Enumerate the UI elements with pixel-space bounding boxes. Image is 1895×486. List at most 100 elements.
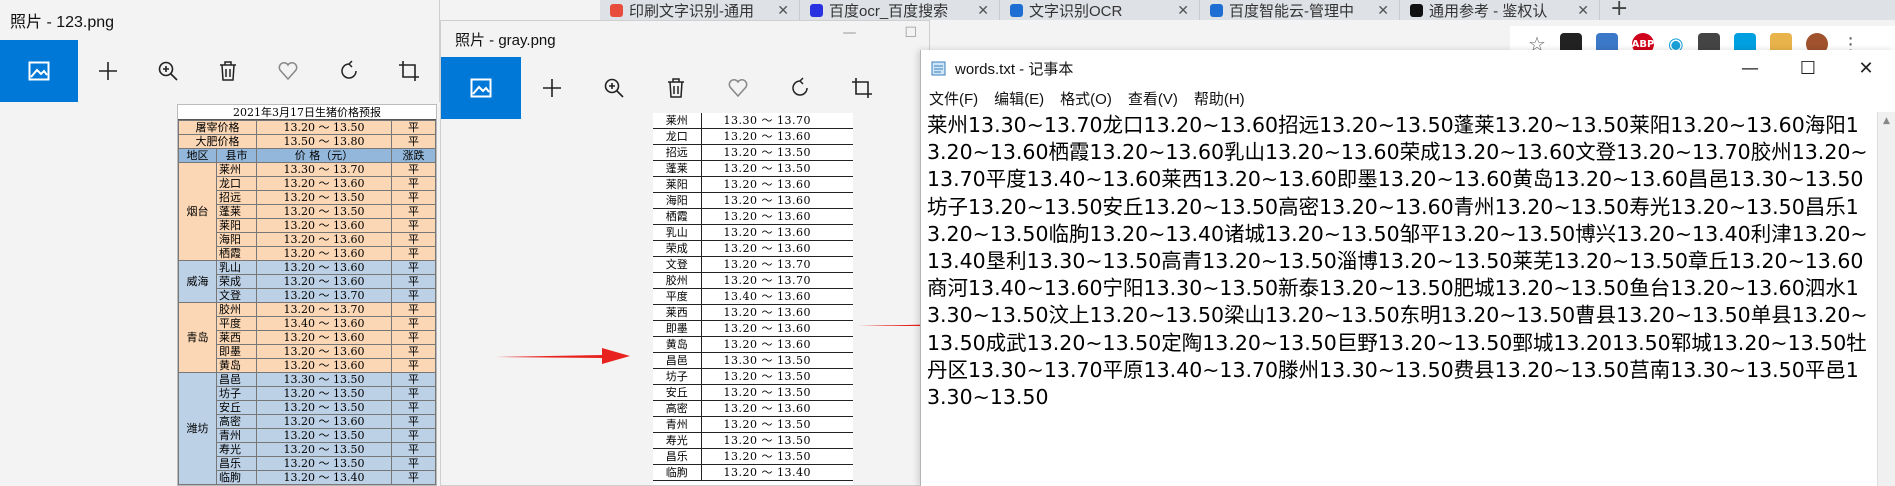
table-row: 昌乐 13.20 ～ 13.50: [653, 448, 853, 466]
price-cell: 13.20 ～ 13.50: [701, 416, 853, 434]
tab-close-icon[interactable]: ✕: [1377, 2, 1389, 19]
trend-cell: 平: [391, 414, 436, 429]
photos-toolbar: [0, 40, 439, 102]
window-title: 照片 - 123.png: [10, 14, 115, 31]
table-row: 荣成 13.20 ～ 13.60 平: [179, 274, 436, 289]
zoom-in-icon: [158, 61, 178, 81]
trend-cell: 平: [391, 316, 436, 331]
county-cell: 莱州: [653, 113, 702, 130]
photos-window-gray: 照片 - gray.png — ☐ 莱州 13.30 ～ 13.70 龙口 13.20…: [440, 20, 930, 486]
browser-tab[interactable]: 文字识别OCR ✕: [1000, 0, 1200, 20]
delete-button[interactable]: [198, 40, 258, 102]
tab-close-icon[interactable]: ✕: [977, 2, 989, 19]
price-cell: 13.20 ～ 13.40: [701, 464, 853, 482]
tab-label: 百度ocr_百度搜索: [829, 2, 949, 20]
price-cell: 13.20 ～ 13.70: [701, 272, 853, 290]
price-cell: 13.20 ～ 13.70: [701, 256, 853, 274]
county-cell: 昌乐: [216, 456, 257, 471]
table-row: 海阳 13.20 ～ 13.60 平: [179, 232, 436, 247]
price-cell: 13.20 ～ 13.60: [256, 344, 392, 359]
browser-tab[interactable]: 百度智能云-管理中 ✕: [1200, 0, 1400, 20]
trend-cell: 平: [391, 260, 436, 275]
rotate-button[interactable]: [769, 57, 831, 119]
table-row: 潍坊 昌邑 13.30 ～ 13.50 平: [178, 372, 436, 485]
tab-label: 文字识别OCR: [1029, 2, 1123, 20]
rotate-button[interactable]: [319, 40, 379, 102]
add-button[interactable]: [521, 57, 583, 119]
table-row: 招远 13.20 ～ 13.50 平: [179, 190, 436, 205]
price-cell: 13.20 ～ 13.60: [701, 320, 853, 338]
maximize-icon[interactable]: ☐: [904, 25, 917, 41]
zoom-button[interactable]: [583, 57, 645, 119]
trend-cell: 平: [391, 204, 436, 219]
table-row: 青州 13.20 ～ 13.50: [653, 416, 853, 434]
county-cell: 胶州: [216, 302, 257, 317]
browser-tab[interactable]: 通用参考 - 鉴权认 ✕: [1400, 0, 1600, 20]
price-cell: 13.20 ～ 13.60: [701, 400, 853, 418]
price-cell: 13.20 ～ 13.40: [256, 470, 392, 485]
table-row: 烟台 莱州 13.30 ～ 13.70 平: [178, 162, 436, 261]
plus-icon: [543, 79, 561, 97]
table-row: 高密 13.20 ～ 13.60 平: [179, 414, 436, 429]
county-cell: 寿光: [653, 432, 702, 450]
crop-button[interactable]: [831, 57, 893, 119]
tab-close-icon[interactable]: ✕: [1577, 2, 1589, 19]
price-cell: 13.20 ～ 13.50: [256, 120, 392, 135]
scroll-up-icon[interactable]: ▲: [1878, 112, 1895, 130]
zoom-button[interactable]: [138, 40, 198, 102]
new-tab-button[interactable]: +: [1600, 0, 1638, 20]
menu-file[interactable]: 文件(F): [929, 88, 978, 109]
favorite-button[interactable]: [707, 57, 769, 119]
crop-button[interactable]: [379, 40, 439, 102]
image-icon: [470, 78, 492, 98]
price-cell: 13.20 ～ 13.60: [256, 330, 392, 345]
tab-close-icon[interactable]: ✕: [777, 2, 789, 19]
vertical-scrollbar[interactable]: ▲: [1877, 112, 1895, 486]
notepad-text-area[interactable]: 莱州13.30~13.70龙口13.20~13.60招远13.20~13.50蓬…: [925, 112, 1873, 484]
trend-cell: 平: [391, 232, 436, 247]
zoom-in-icon: [604, 78, 624, 98]
county-cell: 平度: [653, 288, 702, 306]
photo-gallery-button[interactable]: [441, 57, 521, 119]
maximize-button[interactable]: ☐: [1779, 50, 1837, 86]
trash-icon: [668, 78, 684, 98]
table-row: 青州 13.20 ～ 13.50 平: [179, 428, 436, 443]
county-cell: 招远: [216, 190, 257, 205]
summary-label-cell: 大肥价格: [178, 134, 257, 149]
add-button[interactable]: [78, 40, 138, 102]
browser-tab[interactable]: 百度ocr_百度搜索 ✕: [800, 0, 1000, 20]
tab-favicon-icon: [610, 3, 623, 17]
table-row: 黄岛 13.20 ～ 13.60 平: [179, 358, 436, 373]
county-cell: 文登: [653, 256, 702, 274]
menu-help[interactable]: 帮助(H): [1194, 88, 1245, 109]
trend-cell: 平: [391, 246, 436, 261]
price-cell: 13.20 ～ 13.50: [256, 400, 392, 415]
trend-cell: 平: [391, 176, 436, 191]
table-header-row: 地区 县市价 格（元） 涨跌: [178, 148, 436, 163]
price-cell: 13.20 ～ 13.60: [256, 176, 392, 191]
photos-toolbar: [441, 57, 929, 119]
county-cell: 临朐: [216, 470, 257, 485]
table-row: 莱阳 13.20 ～ 13.60 平: [179, 218, 436, 233]
trend-cell: 平: [391, 344, 436, 359]
county-cell: 文登: [216, 288, 257, 303]
minimize-button[interactable]: —: [1721, 50, 1779, 86]
tab-close-icon[interactable]: ✕: [1177, 2, 1189, 19]
delete-button[interactable]: [645, 57, 707, 119]
menu-format[interactable]: 格式(O): [1060, 88, 1112, 109]
window-title: words.txt - 记事本: [955, 60, 1074, 78]
price-table: 屠宰价格 13.20 ～ 13.50 平大肥价格 13.50 ～ 13.80 平地区 县市…: [178, 120, 436, 485]
price-table-image: 2021年3月17日生猪价格预报 屠宰价格 13.20 ～ 13.50 平大肥价格 1…: [177, 104, 437, 486]
minimize-icon[interactable]: —: [842, 25, 856, 41]
browser-tab[interactable]: 印刷文字识别-通用 ✕: [600, 0, 800, 20]
favorite-button[interactable]: [258, 40, 318, 102]
notepad-window: words.txt - 记事本 — ☐ ✕ 文件(F) 编辑(E) 格式(O) …: [920, 50, 1895, 486]
table-row: 蓬莱 13.20 ～ 13.50: [653, 160, 853, 178]
menu-edit[interactable]: 编辑(E): [994, 88, 1044, 109]
photo-gallery-button[interactable]: [0, 40, 78, 102]
menu-view[interactable]: 查看(V): [1128, 88, 1178, 109]
close-button[interactable]: ✕: [1837, 50, 1895, 86]
county-cell: 龙口: [216, 176, 257, 191]
table-row: 海阳 13.20 ～ 13.60: [653, 192, 853, 210]
price-cell: 13.40 ～ 13.60: [701, 288, 853, 306]
